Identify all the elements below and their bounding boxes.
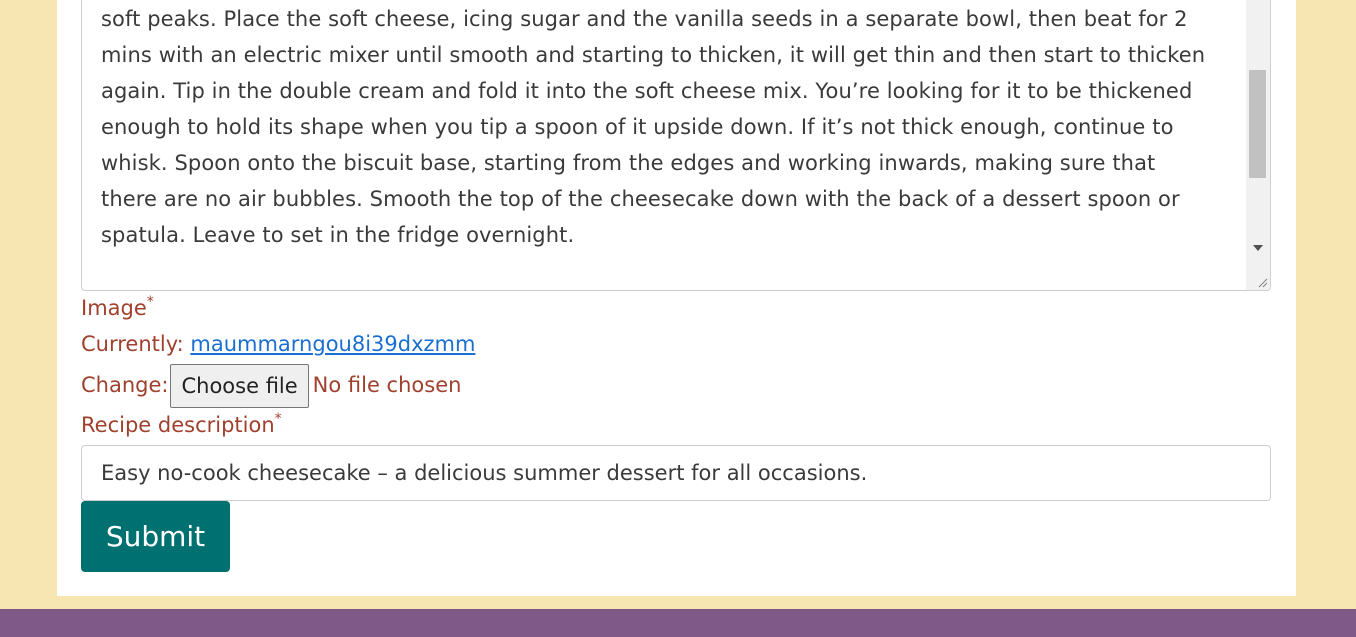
change-image-row: Change: Choose file No file chosen	[81, 364, 461, 408]
recipe-description-input[interactable]: Easy no-cook cheesecake – a delicious su…	[81, 445, 1271, 501]
footer-bar	[0, 609, 1356, 637]
scroll-down-arrow-icon[interactable]	[1253, 245, 1263, 251]
form-card: soft peaks. Place the soft cheese, icing…	[57, 0, 1296, 596]
choose-file-button[interactable]: Choose file	[170, 364, 309, 408]
scrollbar-thumb[interactable]	[1249, 70, 1266, 178]
method-line: whisk. Spoon onto the biscuit base, star…	[101, 151, 1156, 175]
method-line: enough to hold its shape when you tip a …	[101, 115, 1174, 139]
no-file-chosen-text: No file chosen	[312, 373, 462, 397]
method-line: spatula. Leave to set in the fridge over…	[101, 223, 575, 247]
change-label: Change:	[81, 373, 169, 397]
resize-grip-icon[interactable]	[1256, 276, 1268, 288]
method-line: soft peaks. Place the soft cheese, icing…	[101, 7, 1188, 31]
image-label-text: Image	[81, 296, 147, 320]
description-label-text: Recipe description	[81, 413, 275, 437]
textarea-scrollbar[interactable]	[1246, 0, 1270, 290]
description-label: Recipe description*	[81, 411, 282, 437]
method-text: soft peaks. Place the soft cheese, icing…	[101, 1, 1241, 253]
required-mark: *	[146, 294, 154, 310]
submit-button[interactable]: Submit	[81, 501, 230, 572]
method-textarea[interactable]: soft peaks. Place the soft cheese, icing…	[81, 0, 1271, 291]
current-image-row: Currently: maummarngou8i39dxzmm	[81, 332, 475, 356]
current-image-link[interactable]: maummarngou8i39dxzmm	[190, 332, 475, 356]
method-line: mins with an electric mixer until smooth…	[101, 43, 1206, 67]
method-line: again. Tip in the double cream and fold …	[101, 79, 1193, 103]
image-label: Image*	[81, 294, 154, 320]
currently-label: Currently:	[81, 332, 184, 356]
method-line: there are no air bubbles. Smooth the top…	[101, 187, 1180, 211]
required-mark: *	[274, 411, 282, 427]
